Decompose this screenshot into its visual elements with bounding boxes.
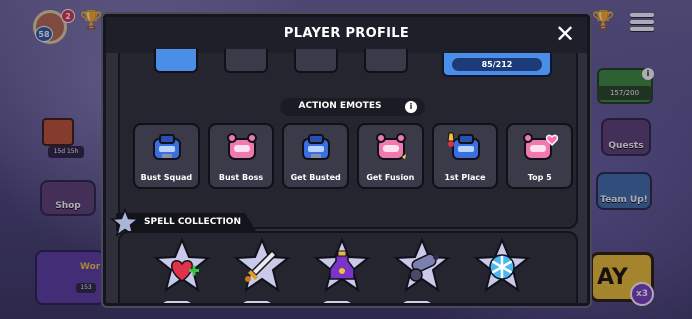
emote-label: Bust Boss (218, 173, 264, 182)
collection-progress: 85/212 (442, 53, 552, 77)
pink-robot-icon (523, 133, 559, 160)
emote-label: Get Busted (290, 173, 341, 182)
player-profile-modal: PLAYER PROFILE ✕ 85/212 ACTION EMOTES i (103, 14, 590, 306)
blue-robot-icon (447, 132, 480, 160)
sword-icon[interactable] (232, 237, 292, 295)
top-card-icon[interactable] (154, 49, 198, 73)
emote-label: Top 5 (527, 173, 552, 182)
pink-robot-icon (226, 133, 257, 160)
emote-card[interactable]: 1st Place (431, 123, 499, 189)
top-card-icon[interactable] (224, 49, 268, 73)
info-icon[interactable]: i (405, 101, 417, 113)
emote-card[interactable]: Top 5 (506, 123, 574, 189)
spell-collection-area (118, 231, 578, 303)
emote-label: Get Fusion (366, 173, 415, 182)
collection-card-area: 85/212 ACTION EMOTES i Bust Squad Bust B… (118, 49, 578, 229)
cannon-icon[interactable] (392, 237, 452, 295)
pink-robot-icon (376, 133, 407, 160)
heart-plus-icon[interactable] (152, 237, 212, 295)
modal-title: PLAYER PROFILE (283, 26, 410, 41)
spell-card-partial (162, 301, 192, 303)
blue-robot-icon (302, 134, 331, 160)
blue-robot-icon (153, 134, 181, 160)
section-title: ACTION EMOTES (298, 101, 382, 111)
spell-card-partial (402, 301, 432, 303)
emote-label: 1st Place (444, 173, 486, 182)
emote-card[interactable]: Bust Squad (133, 123, 200, 189)
modal-header: PLAYER PROFILE ✕ (106, 17, 587, 53)
emote-label: Bust Squad (140, 173, 193, 182)
section-header: ACTION EMOTES i (280, 98, 425, 116)
emote-card[interactable]: Bust Boss (207, 123, 275, 189)
snowflake-icon[interactable] (472, 237, 532, 295)
top-card-icon[interactable] (294, 49, 338, 73)
close-icon[interactable]: ✕ (553, 22, 577, 47)
spell-card-partial (322, 301, 352, 303)
spell-collection-title: SPELL COLLECTION (144, 217, 241, 227)
poison-bottle-icon[interactable] (312, 237, 372, 295)
emote-card[interactable]: Get Busted (282, 123, 350, 189)
collection-progress-text: 85/212 (452, 58, 542, 71)
top-card-icon[interactable] (364, 49, 408, 73)
spell-card-partial (242, 301, 272, 303)
emote-row: Bust Squad Bust Boss Get Busted Get Fusi… (133, 123, 574, 191)
emote-card[interactable]: Get Fusion (357, 123, 424, 189)
spell-row (152, 237, 572, 303)
